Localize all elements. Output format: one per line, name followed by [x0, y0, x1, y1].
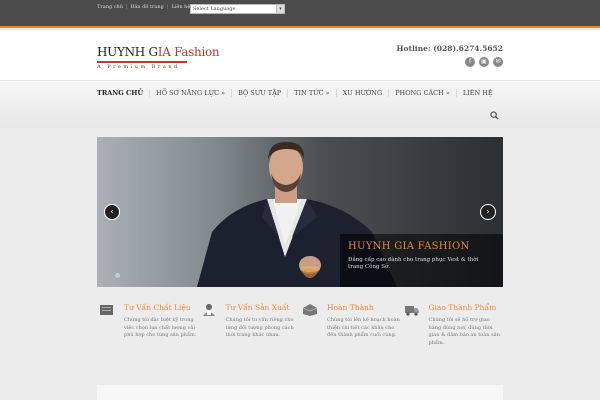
main-nav: TRANG CHỦ HỒ SƠ NĂNG LỰC » BỘ SƯU TẬP TI…	[0, 80, 600, 128]
email-icon[interactable]: ✉	[493, 57, 503, 67]
feature-item: Giao Thành Phẩm Chúng tôi sẽ hỗ trợ giao…	[402, 303, 504, 347]
feature-desc: Chúng tôi đặc biệt kỹ trong việc chọn lự…	[124, 317, 197, 338]
search-icon[interactable]	[490, 111, 499, 120]
fabric-icon	[100, 305, 113, 315]
top-links: Trang chủ | Bản đồ trang | Liên hệ	[97, 4, 190, 10]
feature-title[interactable]: Giao Thành Phẩm	[429, 303, 504, 312]
feature-item: Tư Vấn Chất Liệu Chúng tôi đặc biệt kỹ t…	[97, 303, 199, 347]
top-bar: Trang chủ | Bản đồ trang | Liên hệ Selec…	[0, 0, 600, 28]
youtube-icon[interactable]: ▣	[479, 57, 489, 67]
finish-icon	[302, 304, 318, 316]
nav-item-news[interactable]: TIN TỨC »	[288, 89, 337, 97]
nav-item-profile[interactable]: HỒ SƠ NĂNG LỰC »	[150, 89, 233, 97]
logo-text: HUYNH GIA Fashion	[97, 45, 220, 59]
slider-caption-title: HUYNH GIA FASHION	[348, 241, 470, 252]
feature-desc: Chúng tôi lên kế hoạch hoàn thiện chi ti…	[327, 317, 400, 338]
facebook-icon[interactable]: f	[465, 57, 475, 67]
slider-caption: HUYNH GIA FASHION Đẳng cấp cao dành cho …	[340, 234, 503, 287]
logo-underline	[97, 61, 187, 63]
top-link-home[interactable]: Trang chủ	[97, 4, 123, 10]
feature-desc: Chúng tôi sẽ hỗ trợ giao hàng đúng nơi, …	[428, 317, 500, 346]
nav-item-contact[interactable]: LIÊN HỆ	[457, 89, 499, 97]
header: HUYNH GIA Fashion A Premium Brand Hotlin…	[0, 30, 600, 80]
slider-caption-desc: Đẳng cấp cao dành cho trang phục Vest & …	[348, 257, 479, 270]
slider-dot[interactable]	[115, 273, 120, 278]
chevron-down-icon: ▾	[276, 5, 284, 13]
slider-prev-button[interactable]: ‹	[104, 204, 120, 220]
top-link-sitemap[interactable]: Bản đồ trang	[131, 4, 164, 10]
feature-title[interactable]: Hoàn Thành	[327, 303, 402, 312]
social-links: f ▣ ✉	[465, 57, 503, 67]
features-row: Tư Vấn Chất Liệu Chúng tôi đặc biệt kỹ t…	[97, 303, 503, 347]
nav-item-style[interactable]: PHONG CÁCH »	[389, 89, 457, 97]
delivery-icon	[404, 306, 419, 316]
feature-title[interactable]: Tư Vấn Chất Liệu	[124, 303, 199, 312]
separator: |	[125, 4, 128, 10]
content-box	[97, 385, 503, 400]
nav-item-collection[interactable]: BỘ SƯU TẬP	[232, 89, 289, 97]
hero-slider: ‹ › HUYNH GIA FASHION Đẳng cấp cao dành …	[97, 137, 503, 287]
nav-item-home[interactable]: TRANG CHỦ	[97, 89, 151, 97]
slider-dots	[107, 273, 120, 278]
logo-tagline: A Premium Brand	[97, 64, 180, 70]
nav-items: TRANG CHỦ HỒ SƠ NĂNG LỰC » BỘ SƯU TẬP TI…	[97, 81, 499, 105]
language-select[interactable]: Select Language ▾	[190, 4, 285, 14]
tailor-icon	[202, 304, 215, 316]
slider-dot[interactable]	[107, 273, 112, 278]
top-link-contact[interactable]: Liên hệ	[171, 4, 190, 10]
feature-item: Hoàn Thành Chúng tôi lên kế hoạch hoàn t…	[300, 303, 402, 347]
logo[interactable]: HUYNH GIA Fashion A Premium Brand	[97, 45, 220, 70]
hotline: Hotline: (028).6274.5652	[396, 44, 503, 53]
slider-next-button[interactable]: ›	[480, 204, 496, 220]
feature-title[interactable]: Tư Vấn Sản Xuất	[226, 303, 301, 312]
separator: |	[166, 4, 169, 10]
feature-desc: Chúng tôi tư vấn riêng cho từng đối tượn…	[225, 317, 294, 338]
nav-item-trends[interactable]: XU HƯỚNG	[337, 89, 390, 97]
language-select-value: Select Language	[193, 6, 236, 12]
feature-item: Tư Vấn Sản Xuất Chúng tôi tư vấn riêng c…	[199, 303, 301, 347]
